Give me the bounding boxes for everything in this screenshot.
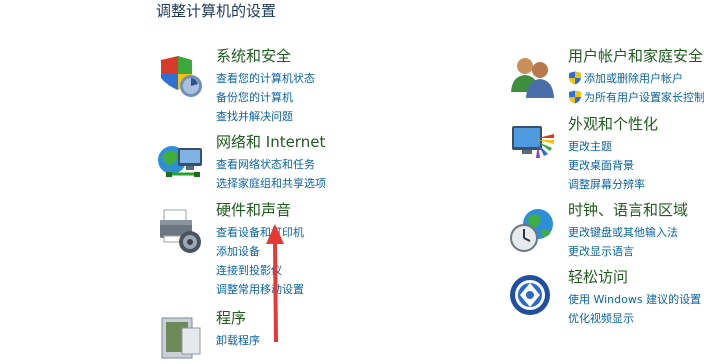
link-add-remove-accounts[interactable]: 添加或删除用户帐户 <box>568 68 704 87</box>
link-display-language[interactable]: 更改显示语言 <box>568 241 678 260</box>
category-heading-user-accounts[interactable]: 用户帐户和家庭安全 <box>568 45 703 66</box>
link-add-remove-accounts-label: 添加或删除用户帐户 <box>584 70 683 86</box>
user-accounts-icon[interactable] <box>508 52 558 102</box>
link-change-keyboard[interactable]: 更改键盘或其他输入法 <box>568 222 678 241</box>
link-windows-suggested-settings[interactable]: 使用 Windows 建议的设置 <box>568 289 701 308</box>
link-find-fix-problems[interactable]: 查找并解决问题 <box>216 106 315 125</box>
link-devices-printers[interactable]: 查看设备和打印机 <box>216 222 304 241</box>
uac-shield-icon <box>568 90 582 104</box>
programs-icon[interactable] <box>156 314 206 364</box>
link-change-theme[interactable]: 更改主题 <box>568 136 645 155</box>
link-optimize-display[interactable]: 优化视频显示 <box>568 308 701 327</box>
link-parental-controls[interactable]: 为所有用户设置家长控制 <box>568 87 704 106</box>
link-uninstall-program[interactable]: 卸载程序 <box>216 330 260 349</box>
link-view-computer-status[interactable]: 查看您的计算机状态 <box>216 68 315 87</box>
link-mobility-settings[interactable]: 调整常用移动设置 <box>216 279 304 298</box>
category-heading-hardware[interactable]: 硬件和声音 <box>216 199 291 220</box>
appearance-icon[interactable] <box>508 120 558 170</box>
system-security-icon[interactable] <box>156 52 206 102</box>
link-homegroup-sharing[interactable]: 选择家庭组和共享选项 <box>216 173 326 192</box>
category-heading-appearance[interactable]: 外观和个性化 <box>568 113 658 134</box>
link-connect-projector[interactable]: 连接到投影仪 <box>216 260 304 279</box>
clock-language-icon[interactable] <box>508 206 558 256</box>
ease-of-access-icon[interactable] <box>508 273 558 323</box>
category-heading-ease-of-access[interactable]: 轻松访问 <box>568 266 628 287</box>
category-heading-programs[interactable]: 程序 <box>216 307 246 328</box>
category-heading-clock-language[interactable]: 时钟、语言和区域 <box>568 199 688 220</box>
network-icon[interactable] <box>156 138 206 188</box>
page-title: 调整计算机的设置 <box>156 0 276 21</box>
hardware-sound-icon[interactable] <box>156 206 206 256</box>
category-heading-system-security[interactable]: 系统和安全 <box>216 45 291 66</box>
link-view-network-status[interactable]: 查看网络状态和任务 <box>216 154 326 173</box>
link-desktop-background[interactable]: 更改桌面背景 <box>568 155 645 174</box>
link-parental-controls-label: 为所有用户设置家长控制 <box>584 89 704 105</box>
link-add-device[interactable]: 添加设备 <box>216 241 304 260</box>
category-heading-network[interactable]: 网络和 Internet <box>216 131 325 152</box>
link-backup-computer[interactable]: 备份您的计算机 <box>216 87 315 106</box>
uac-shield-icon <box>568 71 582 85</box>
link-screen-resolution[interactable]: 调整屏幕分辨率 <box>568 174 645 193</box>
